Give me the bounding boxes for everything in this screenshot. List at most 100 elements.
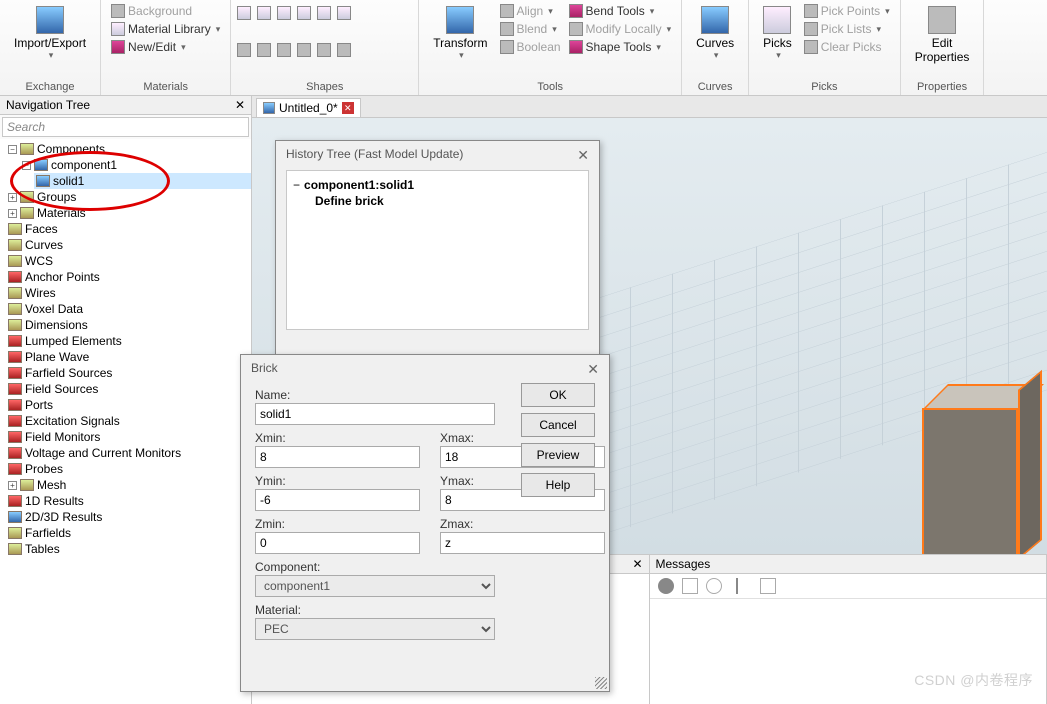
shape-icon[interactable] [337,43,351,57]
background-item[interactable]: Background [107,2,224,20]
material-select[interactable]: PEC [255,618,495,640]
tree-fieldmon[interactable]: Field Monitors [6,429,251,445]
bend-tools-item[interactable]: Bend Tools▾ [565,2,676,20]
tree-excitation[interactable]: Excitation Signals [6,413,251,429]
tree-curves[interactable]: Curves [6,237,251,253]
collapse-icon[interactable]: − [22,161,31,170]
tree-planewave[interactable]: Plane Wave [6,349,251,365]
info-filter-icon[interactable] [706,578,722,594]
pick-points-item[interactable]: Pick Points▾ [800,2,894,20]
pick-points-label: Pick Points [821,4,880,18]
indent-icon[interactable] [760,578,776,594]
blend-item[interactable]: Blend▾ [496,20,565,38]
shape-icon[interactable] [237,43,251,57]
tree-farfield-src[interactable]: Farfield Sources [6,365,251,381]
tree-components[interactable]: −Components [6,141,251,157]
brick-title[interactable]: Brick✕ [241,355,609,384]
error-filter-icon[interactable] [658,578,674,594]
shape-torus-icon[interactable] [317,6,331,20]
transform-button[interactable]: Transform▾ [425,2,495,65]
tree-materials[interactable]: +Materials [6,205,251,221]
expand-icon[interactable]: + [8,209,17,218]
tree-dimensions[interactable]: Dimensions [6,317,251,333]
close-icon[interactable]: ✕ [235,98,245,112]
navigation-tree[interactable]: −Components −component1 solid1 +Groups +… [0,139,251,704]
tab-close-icon[interactable]: ✕ [342,102,354,114]
boolean-item[interactable]: Boolean [496,38,565,56]
tree-1d[interactable]: 1D Results [6,493,251,509]
folder-icon [8,239,22,251]
tab-untitled[interactable]: Untitled_0*✕ [256,98,361,117]
import-export-button[interactable]: Import/Export▾ [6,2,94,65]
clear-picks-icon [804,40,818,54]
close-icon[interactable]: ✕ [632,557,642,571]
import-export-icon [36,6,64,34]
tree-farfields[interactable]: Farfields [6,525,251,541]
clear-picks-item[interactable]: Clear Picks [800,38,894,56]
collapse-icon[interactable]: − [8,145,17,154]
tree-faces[interactable]: Faces [6,221,251,237]
tree-voltmon[interactable]: Voltage and Current Monitors [6,445,251,461]
chevron-down-icon: ▾ [49,50,54,61]
tree-component1[interactable]: −component1 [20,157,251,173]
tree-wires[interactable]: Wires [6,285,251,301]
history-root[interactable]: −component1:solid1 [293,177,582,193]
name-input[interactable] [255,403,495,425]
tree-ports[interactable]: Ports [6,397,251,413]
shape-icon[interactable] [257,43,271,57]
tree-field-src[interactable]: Field Sources [6,381,251,397]
tree-voxel[interactable]: Voxel Data [6,301,251,317]
cancel-button[interactable]: Cancel [521,413,595,437]
shape-sphere-icon[interactable] [257,6,271,20]
history-define-brick[interactable]: Define brick [315,193,582,209]
resize-grip-icon[interactable] [595,677,607,689]
shape-icon[interactable] [317,43,331,57]
pick-lists-item[interactable]: Pick Lists▾ [800,20,894,38]
history-tree-dialog[interactable]: History Tree (Fast Model Update)✕ −compo… [275,140,600,355]
shape-extrude-icon[interactable] [337,6,351,20]
shape-icon[interactable] [297,43,311,57]
tree-lumped[interactable]: Lumped Elements [6,333,251,349]
align-item[interactable]: Align▾ [496,2,565,20]
brick-front-face [922,408,1018,554]
ok-button[interactable]: OK [521,383,595,407]
tree-probes[interactable]: Probes [6,461,251,477]
material-library-item[interactable]: Material Library▾ [107,20,224,38]
tree-solid1[interactable]: solid1 [34,173,251,189]
tree-anchor[interactable]: Anchor Points [6,269,251,285]
zmin-input[interactable] [255,532,420,554]
expand-icon[interactable]: + [8,481,17,490]
warning-filter-icon[interactable] [682,578,698,594]
solid-brick-3d[interactable] [922,378,1042,554]
zmax-input[interactable] [440,532,605,554]
tree-2d3d[interactable]: 2D/3D Results [6,509,251,525]
close-icon[interactable]: ✕ [587,361,599,378]
shape-tools-item[interactable]: Shape Tools▾ [565,38,676,56]
brick-dialog[interactable]: Brick✕ Name: Xmin: Xmax: Ymin: Ymax: Zmi… [240,354,610,692]
edit-properties-button[interactable]: Edit Properties [907,2,978,68]
tree-label: Field Sources [25,381,98,397]
shape-brick-icon[interactable] [237,6,251,20]
new-edit-item[interactable]: New/Edit▾ [107,38,224,56]
preview-button[interactable]: Preview [521,443,595,467]
shape-cone-icon[interactable] [297,6,311,20]
help-button[interactable]: Help [521,473,595,497]
history-title[interactable]: History Tree (Fast Model Update)✕ [276,141,599,170]
expand-icon[interactable]: + [8,193,17,202]
picks-button[interactable]: Picks▾ [755,2,800,65]
search-input[interactable]: Search [2,117,249,137]
ymin-input[interactable] [255,489,420,511]
component-select[interactable]: component1 [255,575,495,597]
tree-groups[interactable]: +Groups [6,189,251,205]
shape-icon[interactable] [277,43,291,57]
tree-tables[interactable]: Tables [6,541,251,557]
curves-button[interactable]: Curves▾ [688,2,742,65]
close-icon[interactable]: ✕ [577,147,589,164]
tree-wcs[interactable]: WCS [6,253,251,269]
folder-icon [8,319,22,331]
modify-locally-item[interactable]: Modify Locally▾ [565,20,676,38]
tree-mesh[interactable]: +Mesh [6,477,251,493]
shape-cyl-icon[interactable] [277,6,291,20]
collapse-icon[interactable]: − [293,177,300,193]
xmin-input[interactable] [255,446,420,468]
